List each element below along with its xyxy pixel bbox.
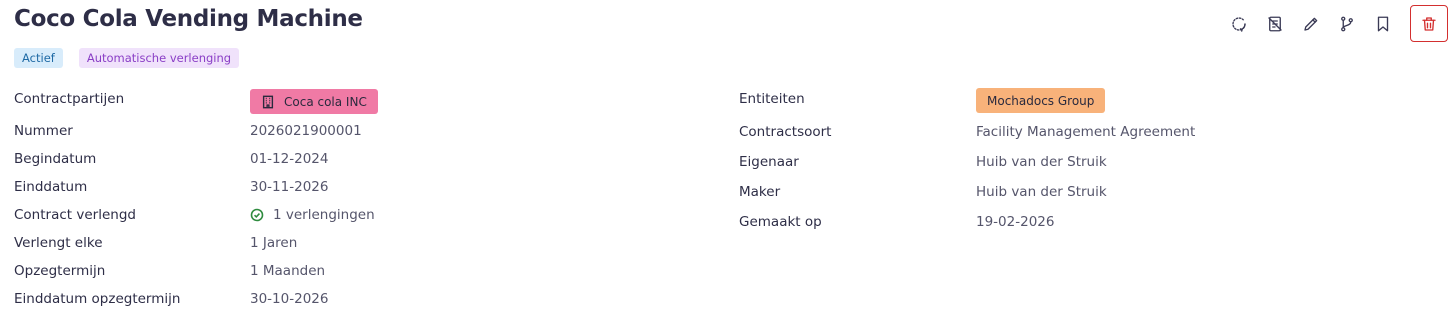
detail-value: 19-02-2026 bbox=[976, 214, 1055, 230]
detail-row-creator: Maker Huib van der Struik bbox=[739, 184, 1439, 210]
auto-renewal-badge: Automatische verlenging bbox=[78, 48, 240, 68]
contract-party-name: Coca cola INC bbox=[284, 94, 367, 109]
detail-row-entities: Entiteiten Mochadocs Group bbox=[739, 88, 1439, 114]
detail-row-start-date: Begindatum 01-12-2024 bbox=[14, 151, 714, 177]
detail-label: Eigenaar bbox=[739, 154, 799, 170]
document-icon bbox=[1268, 16, 1282, 31]
branch-icon bbox=[1341, 16, 1353, 31]
detail-row-notice-end-date: Einddatum opzegtermijn 30-10-2026 bbox=[14, 291, 714, 315]
detail-value: Huib van der Struik bbox=[976, 154, 1107, 170]
refresh-button[interactable] bbox=[1221, 6, 1257, 42]
detail-row-contract-parties: Contractpartijen Coca cola INC bbox=[14, 88, 714, 114]
detail-row-owner: Eigenaar Huib van der Struik bbox=[739, 154, 1439, 180]
toolbar bbox=[1221, 5, 1448, 42]
entity-chip[interactable]: Mochadocs Group bbox=[976, 88, 1106, 113]
detail-value: Facility Management Agreement bbox=[976, 124, 1196, 140]
entity-name: Mochadocs Group bbox=[987, 93, 1095, 108]
refresh-icon bbox=[1232, 16, 1246, 32]
bookmark-button[interactable] bbox=[1365, 6, 1401, 42]
detail-label: Verlengt elke bbox=[14, 235, 103, 251]
badge-group: Actief Automatische verlenging bbox=[14, 48, 255, 68]
edit-button[interactable] bbox=[1293, 6, 1329, 42]
detail-value: 1 Maanden bbox=[250, 263, 326, 279]
page-title: Coco Cola Vending Machine bbox=[14, 6, 363, 32]
detail-label: Maker bbox=[739, 184, 781, 200]
detail-label: Contract verlengd bbox=[14, 207, 136, 223]
detail-value: 1 Jaren bbox=[250, 235, 298, 251]
delete-button[interactable] bbox=[1410, 5, 1448, 42]
branch-button[interactable] bbox=[1329, 6, 1365, 42]
detail-value: 1 verlengingen bbox=[250, 207, 375, 223]
trash-icon bbox=[1422, 16, 1436, 31]
detail-label: Gemaakt op bbox=[739, 214, 822, 230]
building-icon bbox=[262, 95, 274, 108]
check-circle-icon bbox=[250, 208, 264, 222]
detail-row-renewed: Contract verlengd 1 verlengingen bbox=[14, 207, 714, 233]
detail-label: Opzegtermijn bbox=[14, 263, 106, 279]
detail-label: Nummer bbox=[14, 123, 73, 139]
detail-label: Einddatum bbox=[14, 179, 88, 195]
detail-label: Einddatum opzegtermijn bbox=[14, 291, 181, 307]
detail-value: Huib van der Struik bbox=[976, 184, 1107, 200]
document-button[interactable] bbox=[1257, 6, 1293, 42]
detail-value: 01-12-2024 bbox=[250, 151, 329, 167]
bookmark-icon bbox=[1377, 16, 1389, 31]
detail-label: Begindatum bbox=[14, 151, 97, 167]
detail-row-notice-period: Opzegtermijn 1 Maanden bbox=[14, 263, 714, 289]
detail-row-contract-type: Contractsoort Facility Management Agreem… bbox=[739, 124, 1439, 150]
pencil-icon bbox=[1304, 17, 1318, 31]
detail-row-created-on: Gemaakt op 19-02-2026 bbox=[739, 214, 1439, 240]
detail-label: Entiteiten bbox=[739, 91, 805, 107]
detail-value: 30-10-2026 bbox=[250, 291, 329, 307]
detail-label: Contractpartijen bbox=[14, 91, 125, 107]
status-badge: Actief bbox=[14, 48, 63, 68]
detail-row-end-date: Einddatum 30-11-2026 bbox=[14, 179, 714, 205]
detail-row-renews-every: Verlengt elke 1 Jaren bbox=[14, 235, 714, 261]
detail-label: Contractsoort bbox=[739, 124, 832, 140]
contract-party-chip[interactable]: Coca cola INC bbox=[250, 89, 378, 114]
detail-value: 30-11-2026 bbox=[250, 179, 329, 195]
detail-row-number: Nummer 2026021900001 bbox=[14, 123, 714, 149]
detail-value: 2026021900001 bbox=[250, 123, 362, 139]
renewal-count: 1 verlengingen bbox=[273, 207, 375, 223]
